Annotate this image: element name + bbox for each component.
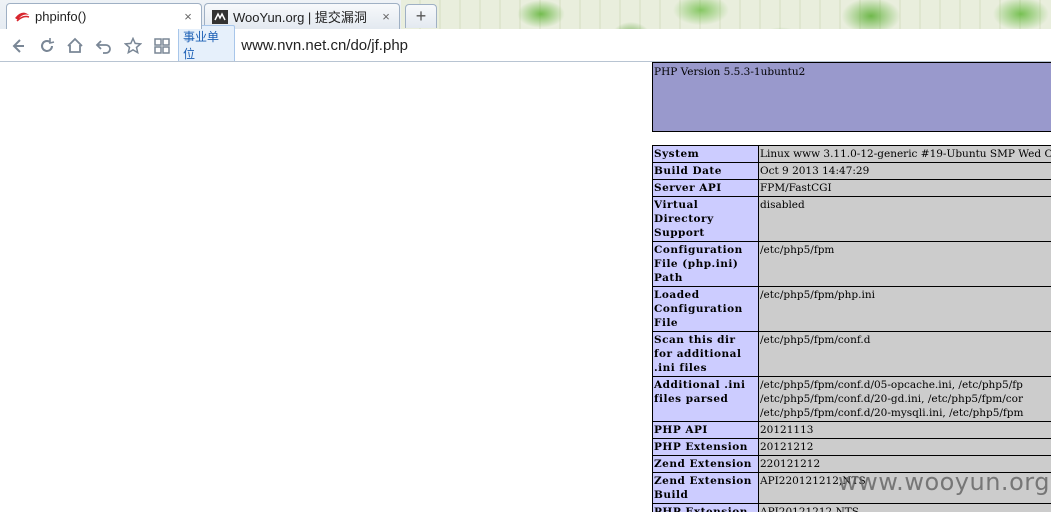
close-tab-icon[interactable]: × (379, 9, 393, 24)
refresh-icon[interactable] (37, 36, 57, 56)
row-value: Linux www 3.11.0-12-generic #19-Ubuntu S… (758, 145, 1051, 163)
row-key: Scan this dir for additional .ini files (652, 331, 759, 377)
site-category-badge[interactable]: 事业单位 (178, 25, 236, 61)
row-key: Loaded Configuration File (652, 286, 759, 332)
row-key: Zend Extension Build (652, 472, 759, 504)
row-key: PHP Extension Build (652, 503, 759, 512)
phpinfo-content: PHP Version 5.5.3-1ubuntu2 System Linux w… (652, 62, 1051, 512)
tab-title: phpinfo() (35, 9, 87, 24)
toolbar: 事业单位 www.nvn.net.cn/do/jf.php (0, 25, 1051, 61)
table-row: Scan this dir for additional .ini files /… (652, 331, 1051, 377)
phpinfo-table: System Linux www 3.11.0-12-generic #19-Ub… (652, 145, 1051, 512)
row-value: /etc/php5/fpm (758, 241, 1051, 287)
row-key: Configuration File (php.ini) Path (652, 241, 759, 287)
row-key: System (652, 145, 759, 163)
new-tab-button[interactable]: + (405, 4, 437, 28)
row-value: /etc/php5/fpm/conf.d (758, 331, 1051, 377)
row-value: FPM/FastCGI (758, 179, 1051, 197)
watermark: www.wooyun.org (838, 468, 1050, 496)
tab-title: WooYun.org | 提交漏洞 (233, 10, 367, 25)
table-row: Additional .ini files parsed/etc/php5/fp… (652, 376, 1051, 422)
star-icon[interactable] (123, 36, 143, 56)
browser-logo-icon (13, 10, 31, 24)
row-value: API20121212,NTS (758, 503, 1051, 512)
php-version: PHP Version 5.5.3-1ubuntu2 (654, 66, 806, 78)
table-row: Virtual Directory Support disabled (652, 196, 1051, 242)
row-key: Zend Extension (652, 455, 759, 473)
table-row: Loaded Configuration File/etc/php5/fpm/p… (652, 286, 1051, 332)
row-key: PHP API (652, 421, 759, 439)
row-value: 20121113 (758, 421, 1051, 439)
home-icon[interactable] (65, 36, 85, 56)
table-row: Configuration File (php.ini) Path/etc/ph… (652, 241, 1051, 287)
grid-icon[interactable] (152, 36, 172, 56)
table-row: Build Date Oct 9 2013 14:47:29 (652, 162, 1051, 180)
table-row: PHP Extension BuildAPI20121212,NTS (652, 503, 1051, 512)
undo-icon[interactable] (94, 36, 114, 56)
row-key: Build Date (652, 162, 759, 180)
browser-chrome: phpinfo() × WooYun.org | 提交漏洞 × + 事业单位 w… (0, 0, 1051, 62)
url-text[interactable]: www.nvn.net.cn/do/jf.php (241, 37, 408, 54)
tab-phpinfo[interactable]: phpinfo() × (6, 3, 202, 29)
row-key: Virtual Directory Support (652, 196, 759, 242)
table-row: PHP API 20121113 (652, 421, 1051, 439)
row-value: Oct 9 2013 14:47:29 (758, 162, 1051, 180)
php-version-header: PHP Version 5.5.3-1ubuntu2 (652, 62, 1051, 132)
row-value: 20121212 (758, 438, 1051, 456)
row-key: Additional .ini files parsed (652, 376, 759, 422)
back-icon[interactable] (8, 36, 28, 56)
wooyun-logo-icon (211, 9, 229, 24)
close-tab-icon[interactable]: × (181, 9, 195, 24)
table-row: Server API FPM/FastCGI (652, 179, 1051, 197)
address-bar[interactable]: 事业单位 www.nvn.net.cn/do/jf.php (178, 25, 408, 61)
row-value: /etc/php5/fpm/conf.d/05-opcache.ini, /et… (758, 376, 1051, 422)
table-row: PHP Extension 20121212 (652, 438, 1051, 456)
row-value: disabled (758, 196, 1051, 242)
row-key: PHP Extension (652, 438, 759, 456)
table-row: System Linux www 3.11.0-12-generic #19-Ub… (652, 145, 1051, 163)
row-key: Server API (652, 179, 759, 197)
row-value: /etc/php5/fpm/php.ini (758, 286, 1051, 332)
